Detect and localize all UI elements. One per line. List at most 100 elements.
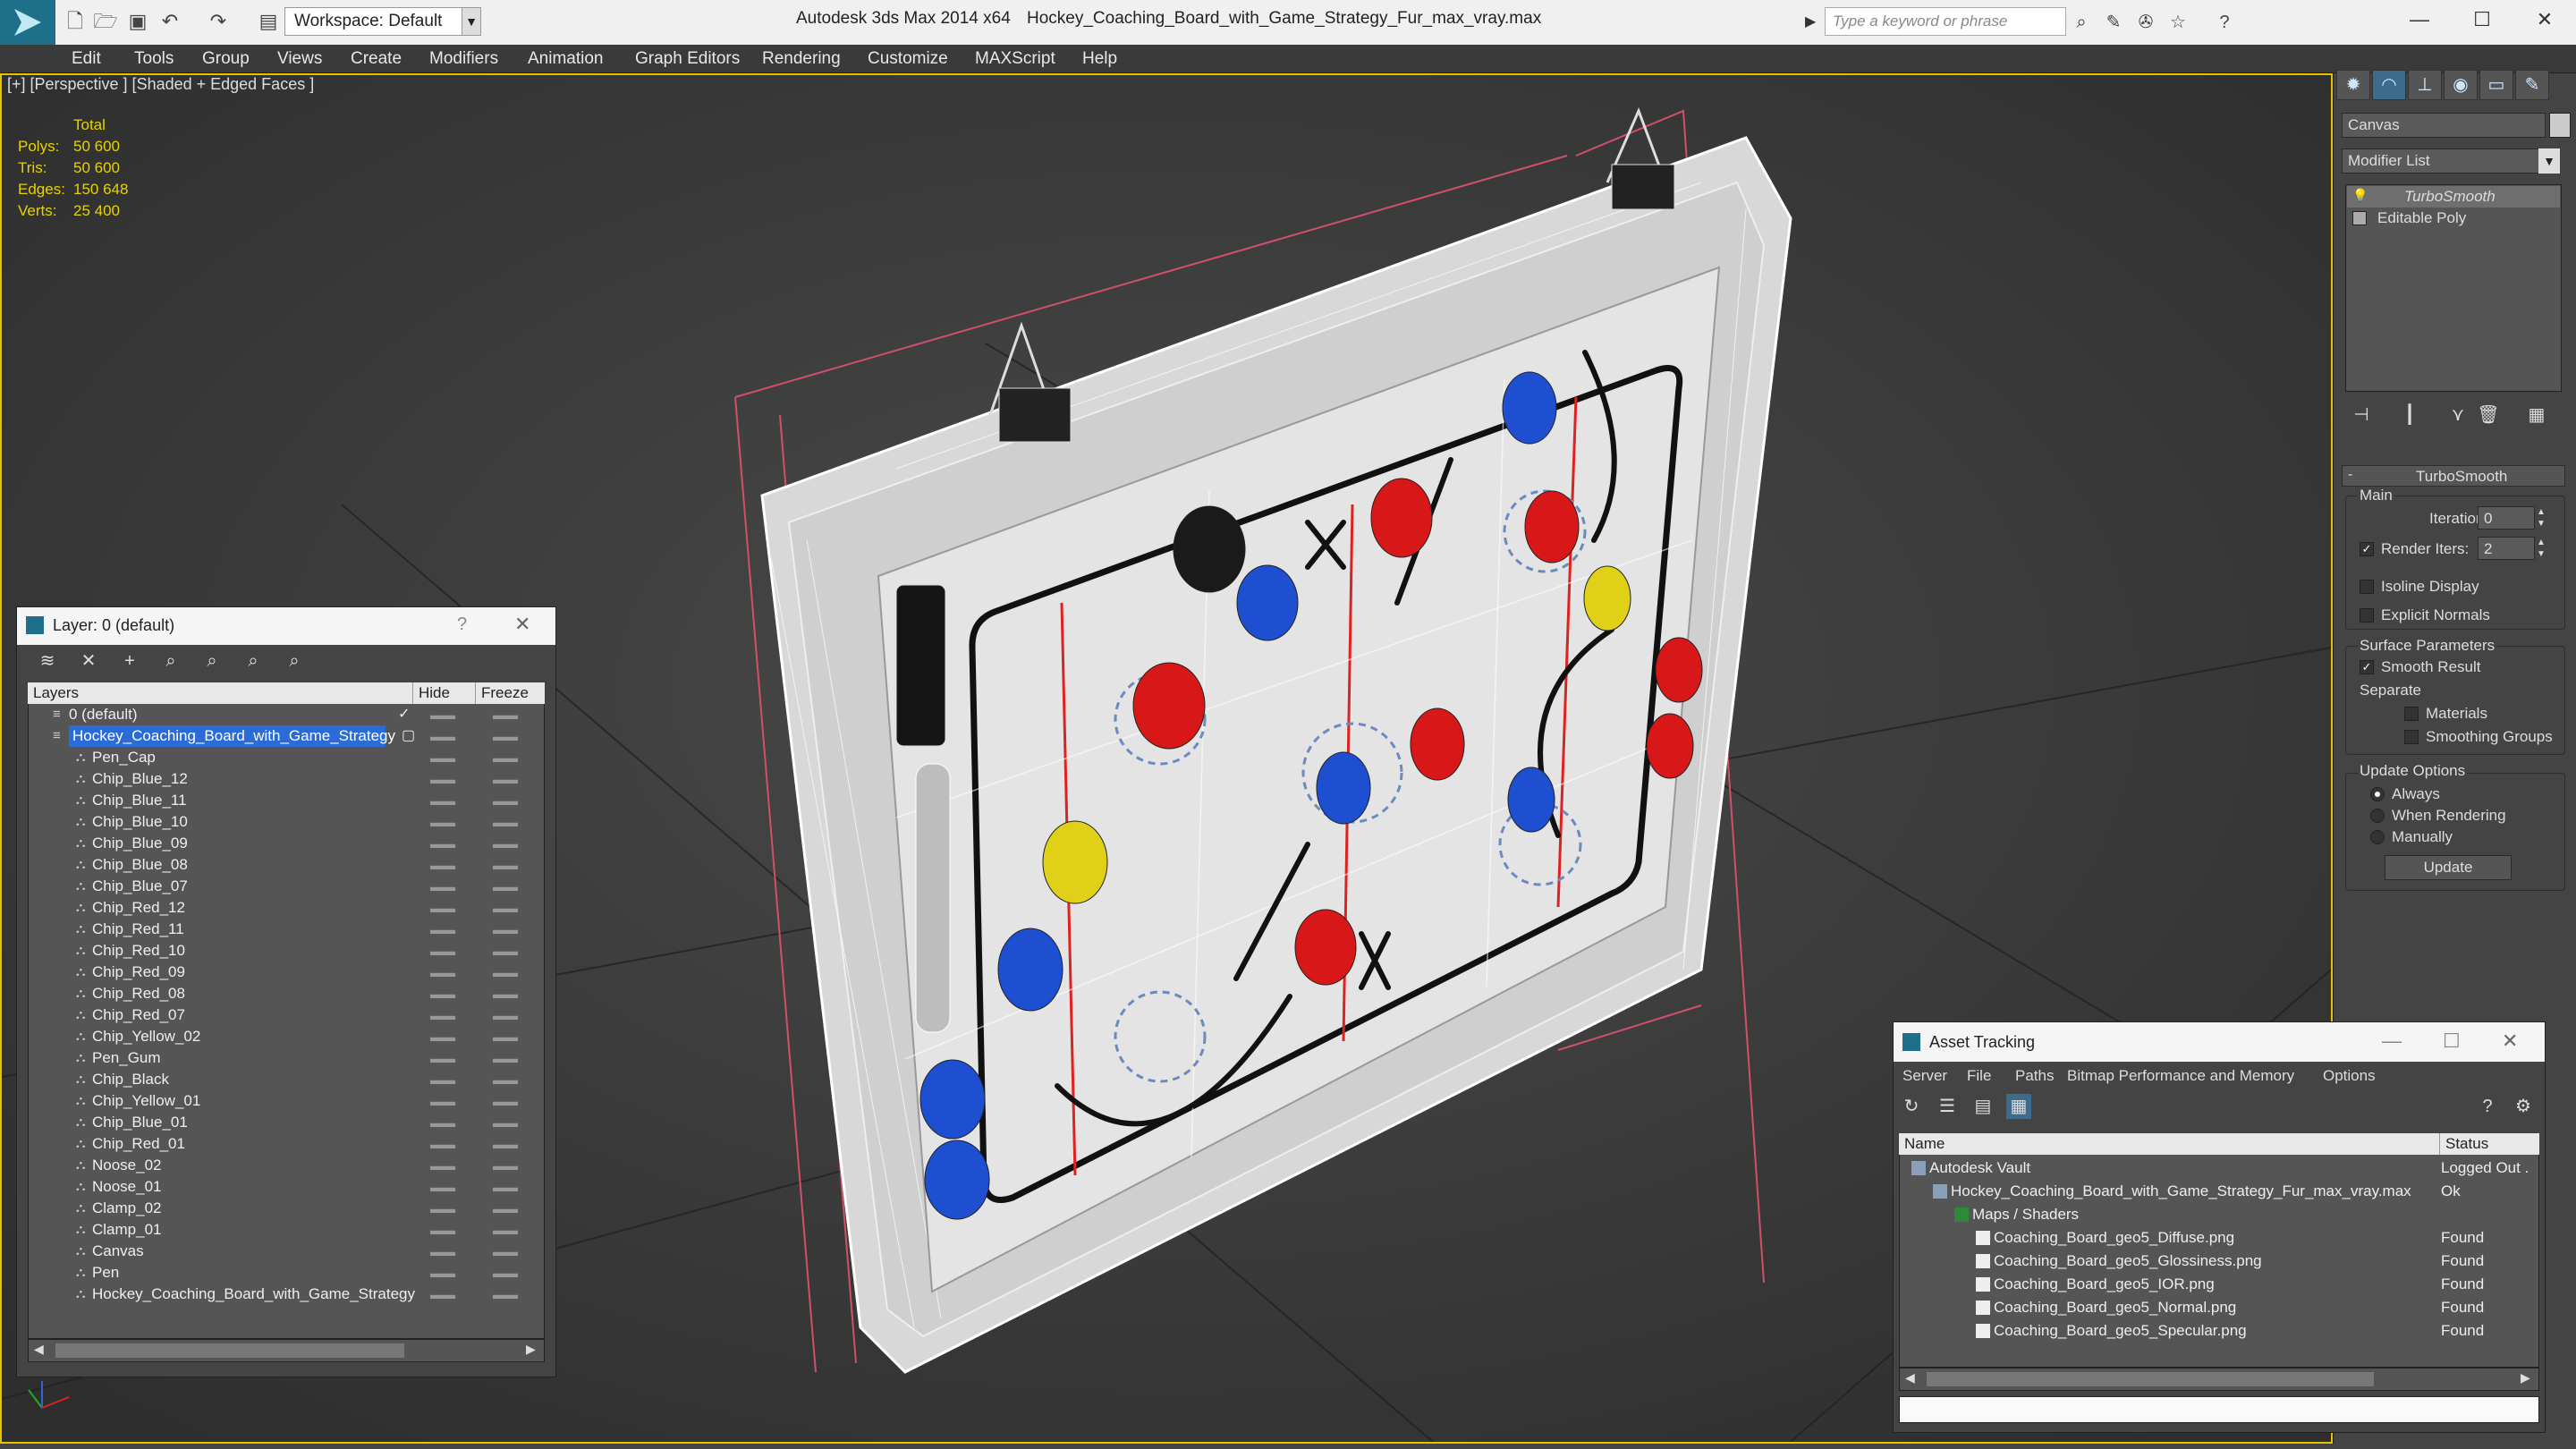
object-row[interactable]: ⛬ Chip_Red_09 ▬▬ ▬▬ — [28, 962, 545, 983]
object-row[interactable]: ⛬ Chip_Blue_08 ▬▬ ▬▬ — [28, 854, 545, 876]
turbosmooth-rollout-header[interactable]: - TurboSmooth — [2342, 465, 2565, 487]
scroll-thumb[interactable] — [55, 1343, 404, 1358]
menu-rendering[interactable]: Rendering — [762, 49, 841, 69]
freeze-toggle[interactable]: ▬▬ — [493, 1241, 518, 1262]
asset-close-icon[interactable]: ✕ — [2502, 1030, 2518, 1053]
binoculars-icon[interactable]: ⌕ — [2070, 11, 2093, 34]
object-row[interactable]: ⛬ Chip_Red_08 ▬▬ ▬▬ — [28, 983, 545, 1004]
always-radio[interactable] — [2370, 787, 2385, 801]
render-iters-spinner-arrows-icon[interactable]: ▲ ▼ — [2535, 537, 2547, 560]
freeze-toggle[interactable]: ▬▬ — [493, 1090, 518, 1112]
object-row[interactable]: ⛬ Pen ▬▬ ▬▬ — [28, 1262, 545, 1284]
current-layer-box-icon[interactable]: ▢ — [402, 725, 415, 747]
freeze-toggle[interactable]: ▬▬ — [493, 1112, 518, 1133]
iterations-spinner-arrows-icon[interactable]: ▲ ▼ — [2535, 506, 2547, 530]
hide-toggle[interactable]: ▬▬ — [430, 1155, 455, 1176]
asset-settings-icon[interactable]: ⚙ — [2511, 1094, 2536, 1119]
redo-icon[interactable]: ↷ — [206, 9, 231, 34]
freeze-toggle[interactable]: ▬▬ — [493, 1155, 518, 1176]
asset-help-icon[interactable]: ? — [2475, 1094, 2500, 1119]
detail-view-icon[interactable]: ▤ — [1970, 1094, 1996, 1119]
object-row[interactable]: ⛬ Chip_Blue_01 ▬▬ ▬▬ — [28, 1112, 545, 1133]
menu-maxscript[interactable]: MAXScript — [975, 49, 1055, 69]
pin-stack-icon[interactable]: ⊣ — [2349, 402, 2374, 428]
asset-row[interactable]: Hockey_Coaching_Board_with_Game_Strategy… — [1899, 1180, 2539, 1203]
create-layer-icon[interactable]: ≋ — [35, 648, 60, 674]
favorites-star-icon[interactable]: ☆ — [2166, 11, 2190, 34]
layer-close-icon[interactable]: ✕ — [514, 613, 530, 636]
close-icon[interactable]: ✕ — [2513, 0, 2576, 39]
hide-toggle[interactable]: ▬▬ — [430, 1133, 455, 1155]
display-tab-icon[interactable]: ▭ — [2479, 70, 2513, 100]
freeze-toggle[interactable]: ▬▬ — [493, 940, 518, 962]
object-row[interactable]: ⛬ Chip_Red_01 ▬▬ ▬▬ — [28, 1133, 545, 1155]
menu-help[interactable]: Help — [1082, 49, 1117, 69]
render-iters-checkbox[interactable]: ✓ — [2360, 542, 2374, 556]
refresh-icon[interactable]: ↻ — [1899, 1094, 1924, 1119]
hierarchy-tab-icon[interactable]: ⊥ — [2408, 70, 2442, 100]
freeze-toggle[interactable]: ▬▬ — [493, 1198, 518, 1219]
freeze-toggle[interactable]: ▬▬ — [493, 725, 518, 747]
hide-toggle[interactable]: ▬▬ — [430, 704, 455, 725]
freeze-toggle[interactable]: ▬▬ — [493, 1262, 518, 1284]
make-unique-icon[interactable]: ⋎ — [2445, 402, 2470, 428]
col-hide[interactable]: Hide — [412, 682, 450, 704]
object-name-field[interactable]: Canvas — [2342, 113, 2546, 138]
scroll-right-icon[interactable]: ▶ — [526, 1342, 536, 1357]
freeze-toggle[interactable]: ▬▬ — [493, 983, 518, 1004]
asset-menu-bitmap[interactable]: Bitmap Performance and Memory — [2067, 1062, 2294, 1090]
subscription-icon[interactable]: ✎ — [2102, 11, 2125, 34]
menu-graph-editors[interactable]: Graph Editors — [635, 49, 740, 69]
remove-modifier-icon[interactable]: 🗑 — [2476, 402, 2501, 428]
smoothing-groups-checkbox[interactable] — [2404, 730, 2419, 744]
asset-menu-server[interactable]: Server — [1902, 1062, 1947, 1090]
app-logo-icon[interactable] — [0, 0, 55, 45]
motion-tab-icon[interactable]: ◉ — [2444, 70, 2478, 100]
object-row[interactable]: ⛬ Noose_02 ▬▬ ▬▬ — [28, 1155, 545, 1176]
table-view-icon[interactable]: ▦ — [2006, 1094, 2031, 1119]
menu-animation[interactable]: Animation — [528, 49, 604, 69]
maximize-icon[interactable]: ☐ — [2451, 0, 2513, 39]
object-color-swatch[interactable] — [2549, 113, 2571, 138]
save-file-icon[interactable]: ▣ — [125, 9, 150, 34]
freeze-toggle[interactable]: ▬▬ — [493, 811, 518, 833]
asset-menu-file[interactable]: File — [1967, 1062, 1991, 1090]
menu-create[interactable]: Create — [351, 49, 402, 69]
utilities-tab-icon[interactable]: ✎ — [2515, 70, 2549, 100]
object-row[interactable]: ⛬ Clamp_02 ▬▬ ▬▬ — [28, 1198, 545, 1219]
object-row[interactable]: ⛬ Hockey_Coaching_Board_with_Game_Strateg… — [28, 1284, 545, 1305]
hide-toggle[interactable]: ▬▬ — [430, 1004, 455, 1026]
asset-row[interactable]: Coaching_Board_geo5_IOR.png Found — [1899, 1273, 2539, 1296]
object-row[interactable]: ⛬ Chip_Red_07 ▬▬ ▬▬ — [28, 1004, 545, 1026]
manually-radio[interactable] — [2370, 830, 2385, 844]
freeze-toggle[interactable]: ▬▬ — [493, 833, 518, 854]
object-row[interactable]: ⛬ Chip_Blue_10 ▬▬ ▬▬ — [28, 811, 545, 833]
delete-layer-icon[interactable]: ✕ — [76, 648, 101, 674]
hide-toggle[interactable]: ▬▬ — [430, 1262, 455, 1284]
freeze-toggle[interactable]: ▬▬ — [493, 1004, 518, 1026]
hide-toggle[interactable]: ▬▬ — [430, 1176, 455, 1198]
project-folder-icon[interactable]: ▤ — [256, 9, 281, 34]
layer-dialog-titlebar[interactable]: Layer: 0 (default) ? ✕ — [17, 607, 555, 645]
col-freeze[interactable]: Freeze — [475, 682, 529, 704]
communication-icon[interactable]: ✇ — [2134, 11, 2157, 34]
asset-row[interactable]: Autodesk Vault Logged Out . — [1899, 1157, 2539, 1180]
layer-row-hockey-board[interactable]: ≡ Hockey_Coaching_Board_with_Game_Strateg… — [28, 725, 545, 747]
expand-icon[interactable] — [2352, 211, 2367, 225]
modify-tab-icon[interactable]: ◠ — [2372, 70, 2406, 100]
current-layer-check-icon[interactable]: ✓ — [398, 704, 410, 725]
scroll-left-icon[interactable]: ◀ — [1905, 1370, 1915, 1385]
smooth-result-checkbox[interactable]: ✓ — [2360, 660, 2374, 674]
freeze-toggle[interactable]: ▬▬ — [493, 1026, 518, 1047]
hide-toggle[interactable]: ▬▬ — [430, 1198, 455, 1219]
hide-toggle[interactable]: ▬▬ — [430, 854, 455, 876]
object-row[interactable]: ⛬ Noose_01 ▬▬ ▬▬ — [28, 1176, 545, 1198]
object-row[interactable]: ⛬ Chip_Blue_11 ▬▬ ▬▬ — [28, 790, 545, 811]
hide-toggle[interactable]: ▬▬ — [430, 768, 455, 790]
explicit-normals-checkbox[interactable] — [2360, 608, 2374, 623]
col-name[interactable]: Name — [1904, 1133, 1945, 1155]
freeze-toggle[interactable]: ▬▬ — [493, 1133, 518, 1155]
hide-toggle[interactable]: ▬▬ — [430, 1090, 455, 1112]
help-icon[interactable]: ? — [2213, 11, 2236, 34]
object-row[interactable]: ⛬ Chip_Blue_09 ▬▬ ▬▬ — [28, 833, 545, 854]
